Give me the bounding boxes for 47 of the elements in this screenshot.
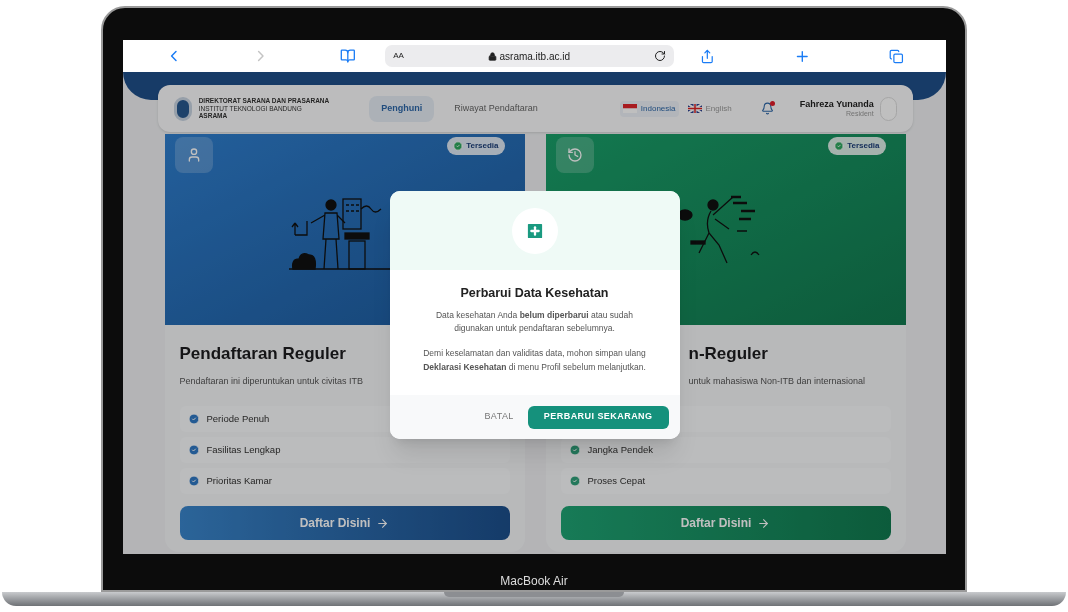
url-text: asrama.itb.ac.id — [499, 49, 571, 64]
reload-icon[interactable] — [653, 50, 666, 62]
tabs-icon[interactable] — [888, 48, 904, 64]
dialog-message: Data kesehatan Anda belum diperbarui atau sudah digunakan untuk pendaftaran sebelumnya. — [434, 308, 635, 336]
register-button[interactable]: Daftar Disini — [179, 506, 510, 540]
card-title: Pendaftaran Reguler — [179, 343, 346, 365]
device-label: MacBook Air — [500, 573, 568, 590]
feature-label: Fasilitas Lengkap — [206, 442, 281, 457]
bell-icon — [760, 102, 774, 115]
check-circle-icon — [453, 141, 464, 151]
badge-label: Tersedia — [847, 140, 880, 152]
check-circle-icon — [834, 141, 845, 151]
share-icon[interactable] — [699, 48, 715, 64]
cancel-button[interactable]: BATAL — [484, 410, 514, 424]
card-title: n-Reguler — [688, 343, 768, 365]
card-description: Pendaftaran ini diperuntukan untuk civitas ITB — [179, 374, 364, 388]
logo-icon — [173, 96, 192, 121]
check-circle-icon — [187, 444, 200, 456]
address-bar[interactable]: AA asrama.itb.ac.id — [385, 45, 674, 67]
badge-label: Tersedia — [466, 140, 499, 152]
check-circle-icon — [568, 444, 581, 456]
feature-label: Jangka Pendek — [587, 442, 653, 457]
update-now-button[interactable]: PERBARUI SEKARANG — [527, 405, 669, 429]
flag-icon — [687, 104, 702, 113]
check-circle-icon — [568, 475, 581, 487]
arrow-right-icon — [757, 516, 771, 530]
language-option[interactable]: Indonesia — [619, 100, 679, 117]
feature-label: Proses Cepat — [587, 473, 646, 488]
dialog-title: Perbarui Data Kesehatan — [460, 285, 609, 302]
language-option[interactable]: English — [684, 100, 735, 117]
flag-icon — [622, 104, 637, 113]
notification-button[interactable] — [760, 102, 774, 115]
lock-icon — [487, 51, 497, 61]
nav-tab[interactable]: Penghuni — [369, 95, 435, 122]
bookmarks-icon[interactable] — [339, 48, 356, 64]
arrow-right-icon — [376, 516, 390, 530]
user-name: Fahreza Yunanda — [799, 98, 874, 110]
history-icon — [566, 147, 583, 163]
feature-label: Periode Penuh — [206, 411, 270, 426]
check-circle-icon — [187, 413, 200, 425]
dialog-message: Demi keselamatan dan validitas data, mohon simpan ulang Deklarasi Kesehatan di menu Profil sebelum melanjutkan. — [422, 346, 647, 374]
text-size-button[interactable]: AA — [393, 50, 404, 62]
card-description: untuk mahasiswa Non-ITB dan internasional — [688, 374, 866, 388]
nav-tab[interactable]: Riwayat Pendaftaran — [442, 95, 550, 122]
check-circle-icon — [187, 475, 200, 487]
feature-label: Prioritas Kamar — [206, 473, 272, 488]
register-button[interactable]: Daftar Disini — [560, 506, 891, 540]
